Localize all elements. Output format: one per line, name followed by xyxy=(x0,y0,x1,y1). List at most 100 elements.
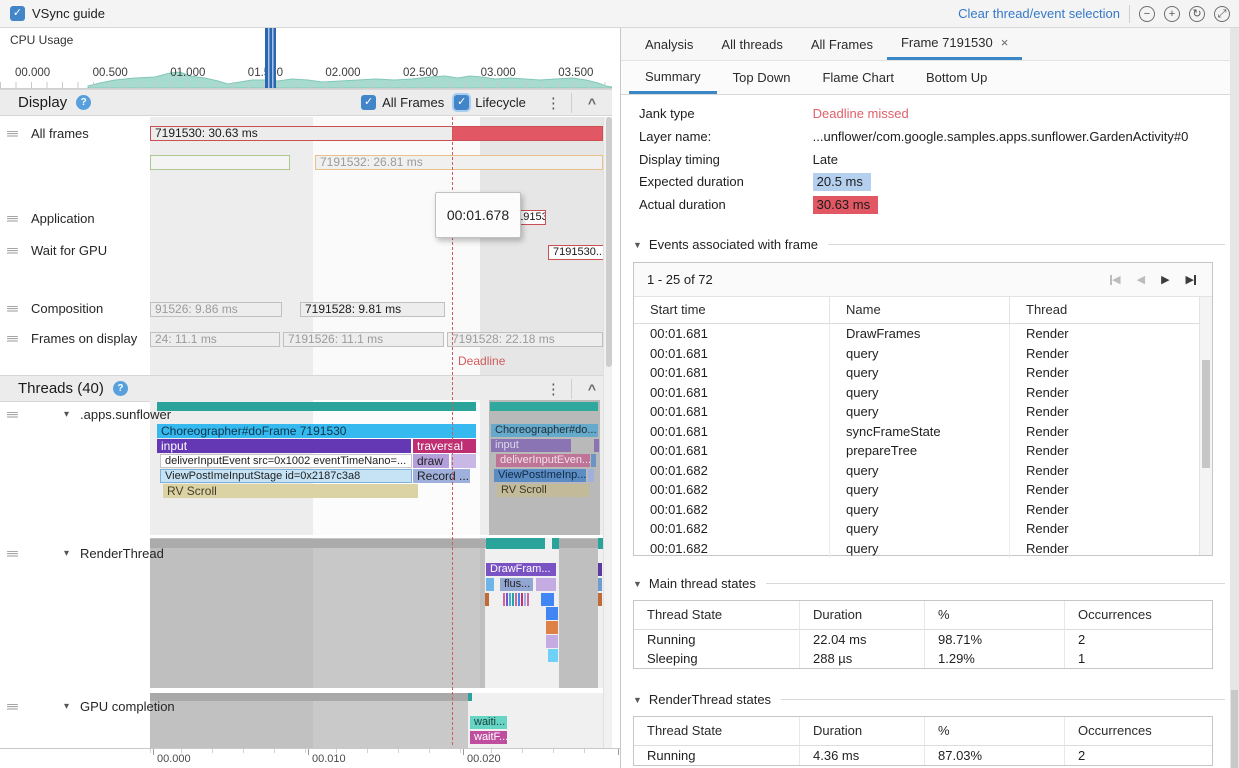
renderthread-top-strip-2[interactable] xyxy=(559,539,598,548)
cpu-usage-minimap[interactable]: CPU Usage 00.00000.50001.00001.50002.000… xyxy=(0,28,612,89)
renderthread-teal-1[interactable] xyxy=(486,538,545,549)
viewpostime-bar-dim-sliver[interactable] xyxy=(588,469,594,482)
frames-on-display-bar-2[interactable]: 7191526: 11.1 ms xyxy=(283,332,444,347)
all-frames-bar-7191530[interactable]: 7191530: 30.63 ms xyxy=(150,126,603,141)
track-drag-handle-icon[interactable]: ≡ xyxy=(6,301,19,316)
traversal-bar[interactable]: traversal xyxy=(413,439,476,453)
stack-square-blue-1[interactable] xyxy=(541,593,554,606)
thread-drag-handle-icon[interactable]: ≡ xyxy=(6,699,19,714)
tab-analysis[interactable]: Analysis xyxy=(631,28,707,60)
tab-all-threads[interactable]: All threads xyxy=(707,28,796,60)
flush-lavender-bar[interactable] xyxy=(536,578,556,591)
subtab-flame-chart[interactable]: Flame Chart xyxy=(806,61,910,94)
stack-square-lavender[interactable] xyxy=(546,635,558,648)
deliver-input-event-bar[interactable]: deliverInputEvent src=0x1002 eventTimeNa… xyxy=(160,454,412,468)
vsync-guide-checkbox[interactable]: ✓ xyxy=(10,6,25,21)
drawframes-sliver[interactable] xyxy=(598,563,602,576)
renderthread-top-strip-1[interactable] xyxy=(150,539,486,548)
right-scrollbar-thumb[interactable] xyxy=(1231,690,1238,768)
renderthread-teal-2[interactable] xyxy=(552,538,559,549)
flush-tick-1[interactable] xyxy=(486,578,490,591)
table-row[interactable]: 00:01.681queryRender xyxy=(634,402,1200,422)
table-row[interactable]: Running22.04 ms98.71%2 xyxy=(634,630,1212,649)
main-thread-states-header[interactable]: ▼ Main thread states xyxy=(633,576,1225,591)
track-drag-handle-icon[interactable]: ≡ xyxy=(6,126,19,141)
viewpostime-bar-dim[interactable]: ViewPostImeInp... xyxy=(494,469,586,482)
table-row[interactable]: 00:01.681queryRender xyxy=(634,383,1200,403)
thread-state-teal-2[interactable] xyxy=(490,402,598,411)
zoom-out-icon[interactable]: − xyxy=(1139,6,1155,22)
track-drag-handle-icon[interactable]: ≡ xyxy=(6,243,19,258)
table-row[interactable]: Sleeping288 µs1.29%1 xyxy=(634,649,1212,668)
thread-expand-arrow-icon[interactable]: ▾ xyxy=(64,701,69,712)
subtab-bottom-up[interactable]: Bottom Up xyxy=(910,61,1003,94)
all-frames-checkbox[interactable]: ✓ xyxy=(361,95,376,110)
stack-square-cyan[interactable] xyxy=(548,649,558,662)
drawframes-bar[interactable]: DrawFram... xyxy=(486,563,556,576)
reset-zoom-icon[interactable]: ↻ xyxy=(1189,6,1205,22)
track-drag-handle-icon[interactable]: ≡ xyxy=(6,331,19,346)
waitforever-bar[interactable]: waitF... xyxy=(470,731,507,744)
gpu-top-strip[interactable] xyxy=(150,693,468,701)
draw-bar-2[interactable] xyxy=(451,454,476,468)
table-row[interactable]: 00:01.682queryRender xyxy=(634,500,1200,520)
deliver-input-event-bar-dim[interactable]: deliverInputEven... xyxy=(496,454,590,467)
table-row[interactable]: 00:01.682queryRender xyxy=(634,519,1200,539)
input-bar-dim-sliver[interactable] xyxy=(594,439,599,452)
thread-expand-arrow-icon[interactable]: ▾ xyxy=(64,548,69,559)
frames-on-display-bar-1[interactable]: 24: 11.1 ms xyxy=(150,332,280,347)
table-row[interactable]: 00:01.681DrawFramesRender xyxy=(634,324,1200,344)
waiting-bar[interactable]: waiti... xyxy=(470,716,507,729)
close-tab-icon[interactable]: × xyxy=(1001,35,1009,50)
all-frames-bar-7191532[interactable]: 7191532: 26.81 ms xyxy=(315,155,603,170)
flush-sliver[interactable] xyxy=(598,578,602,591)
zoom-in-icon[interactable]: + xyxy=(1164,6,1180,22)
next-page-icon[interactable]: ▶ xyxy=(1161,273,1169,286)
gpu-teal-sliver[interactable] xyxy=(468,693,472,701)
viewpostime-bar[interactable]: ViewPostImeInputStage id=0x2187c3a8 xyxy=(160,469,412,483)
tab-frame-7191530[interactable]: Frame 7191530 × xyxy=(887,28,1022,60)
table-row[interactable]: 00:01.681queryRender xyxy=(634,344,1200,364)
collapse-triangle-icon[interactable]: ▼ xyxy=(633,579,642,589)
table-row[interactable]: 00:01.682queryRender xyxy=(634,480,1200,500)
right-panel-scrollbar[interactable] xyxy=(1230,28,1239,768)
thread-expand-arrow-icon[interactable]: ▾ xyxy=(64,409,69,420)
choreographer-doframe-bar[interactable]: Choreographer#doFrame 7191530 xyxy=(157,424,476,438)
display-options-kebab-icon[interactable]: ⋮ xyxy=(536,94,571,112)
frames-on-display-bar-3[interactable]: 7191528: 22.18 ms xyxy=(447,332,603,347)
lifecycle-checkbox[interactable]: ✓ xyxy=(454,95,469,110)
choreographer-doframe-bar-dim[interactable]: Choreographer#do... xyxy=(491,424,598,437)
events-table-scrollbar[interactable] xyxy=(1199,297,1212,555)
wait-gpu-bar-7191530[interactable]: 7191530... xyxy=(548,245,604,260)
stack-square-orange[interactable] xyxy=(546,621,558,634)
events-scrollbar-thumb[interactable] xyxy=(1202,360,1210,468)
clear-selection-link[interactable]: Clear thread/event selection xyxy=(958,6,1120,21)
record-bar[interactable]: Record ... xyxy=(413,469,470,483)
composition-bar-7191528[interactable]: 7191528: 9.81 ms xyxy=(300,302,445,317)
renderthread-states-header[interactable]: ▼ RenderThread states xyxy=(633,692,1225,707)
collapse-triangle-icon[interactable]: ▼ xyxy=(633,240,642,250)
threads-options-kebab-icon[interactable]: ⋮ xyxy=(536,380,571,398)
last-page-icon[interactable]: ▶ xyxy=(1186,273,1196,286)
events-section-header[interactable]: ▼ Events associated with frame xyxy=(633,237,1225,252)
orange-sliver[interactable] xyxy=(598,593,602,606)
all-frames-bar-7191530-overrun[interactable] xyxy=(452,126,603,141)
table-row[interactable]: 00:01.682queryRender xyxy=(634,461,1200,481)
table-row[interactable]: 00:01.681syncFrameStateRender xyxy=(634,422,1200,442)
composition-bar-7191526[interactable]: 91526: 9.86 ms xyxy=(150,302,282,317)
table-row[interactable]: Running4.36 ms87.03%2 xyxy=(634,746,1212,765)
rv-scroll-bar-dim[interactable]: RV Scroll xyxy=(497,484,589,497)
subtab-summary[interactable]: Summary xyxy=(629,61,717,94)
help-icon[interactable]: ? xyxy=(113,381,128,396)
input-bar-dim[interactable]: input xyxy=(491,439,571,452)
selection-range-marker[interactable] xyxy=(265,28,276,88)
left-scrollbar-thumb[interactable] xyxy=(606,117,612,367)
panel-splitter[interactable] xyxy=(612,28,620,748)
rv-scroll-bar[interactable]: RV Scroll xyxy=(163,484,418,498)
collapse-triangle-icon[interactable]: ▼ xyxy=(633,695,642,705)
previous-page-icon[interactable]: ◀ xyxy=(1137,273,1145,286)
subtab-top-down[interactable]: Top Down xyxy=(717,61,807,94)
thread-state-teal-1[interactable] xyxy=(157,402,476,411)
first-page-icon[interactable]: ◀ xyxy=(1110,273,1120,286)
all-frames-bar-green[interactable] xyxy=(150,155,290,170)
